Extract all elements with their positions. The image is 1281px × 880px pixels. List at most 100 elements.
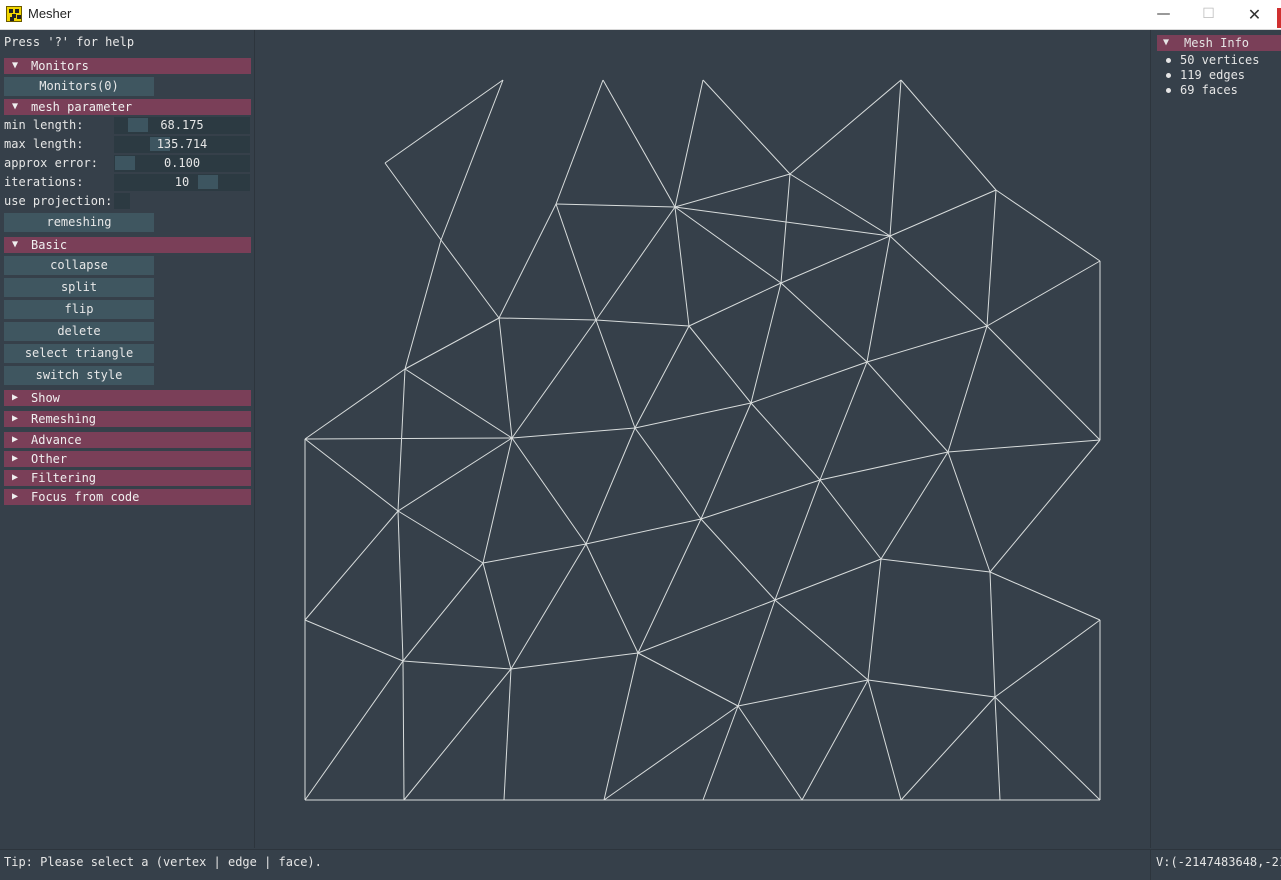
- mesh-edge[interactable]: [304, 619, 404, 662]
- mesh-edge[interactable]: [511, 319, 597, 439]
- min-length-slider[interactable]: 68.175: [114, 117, 250, 134]
- mesh-edge[interactable]: [511, 437, 587, 545]
- mesh-edge[interactable]: [986, 260, 1101, 327]
- mesh-edge[interactable]: [867, 558, 882, 681]
- mesh-edge[interactable]: [819, 451, 949, 481]
- mesh-edge[interactable]: [889, 189, 997, 237]
- mesh-edge[interactable]: [482, 543, 587, 564]
- mesh-edge[interactable]: [674, 206, 891, 237]
- mesh-edge[interactable]: [402, 660, 512, 670]
- mesh-edge[interactable]: [994, 696, 1001, 801]
- mesh-edge[interactable]: [304, 660, 404, 801]
- mesh-edge[interactable]: [304, 438, 399, 512]
- advance-header[interactable]: ▶ Advance: [4, 432, 251, 448]
- mesh-edge[interactable]: [750, 402, 821, 481]
- mesh-edge[interactable]: [637, 652, 739, 707]
- mesh-edge[interactable]: [304, 368, 406, 440]
- mesh-edge[interactable]: [889, 79, 902, 237]
- monitors-button[interactable]: Monitors(0): [4, 77, 154, 96]
- mesh-edge[interactable]: [498, 317, 513, 439]
- close-button[interactable]: ✕: [1232, 0, 1277, 29]
- mesh-edge[interactable]: [510, 543, 587, 670]
- mesh-edge[interactable]: [404, 239, 442, 370]
- mesh-edge[interactable]: [774, 479, 821, 601]
- mesh-edge[interactable]: [397, 437, 513, 512]
- mesh-edge[interactable]: [737, 679, 869, 707]
- mesh-edge[interactable]: [440, 79, 504, 241]
- mesh-edge[interactable]: [404, 317, 500, 370]
- basic-header[interactable]: ▼ Basic: [4, 237, 251, 253]
- mesh-edge[interactable]: [986, 325, 1101, 441]
- mesh-edge[interactable]: [866, 325, 988, 363]
- mesh-edge[interactable]: [384, 79, 504, 164]
- mesh-edge[interactable]: [688, 282, 782, 327]
- mesh-edge[interactable]: [440, 239, 500, 319]
- mesh-edge[interactable]: [585, 427, 636, 545]
- mesh-edge[interactable]: [989, 571, 996, 698]
- mesh-edge[interactable]: [595, 319, 636, 429]
- mesh-edge[interactable]: [511, 427, 636, 439]
- iterations-slider[interactable]: 10: [114, 174, 250, 191]
- mesh-edge[interactable]: [603, 652, 639, 801]
- mesh-edge[interactable]: [700, 518, 776, 601]
- remeshing-header[interactable]: ▶ Remeshing: [4, 411, 251, 427]
- mesh-edge[interactable]: [674, 206, 690, 327]
- mesh-edge[interactable]: [737, 599, 776, 707]
- mesh-edge[interactable]: [384, 162, 442, 241]
- mesh-edge[interactable]: [774, 558, 882, 601]
- minimize-button[interactable]: —: [1141, 0, 1186, 29]
- mesh-edge[interactable]: [674, 206, 782, 284]
- mesh-edge[interactable]: [702, 79, 791, 175]
- mesh-edge[interactable]: [585, 518, 702, 545]
- mesh-edge[interactable]: [637, 518, 702, 654]
- mesh-edge[interactable]: [402, 660, 405, 801]
- mesh-edge[interactable]: [994, 619, 1101, 698]
- mesh-edge[interactable]: [503, 668, 512, 801]
- mesh-edge[interactable]: [989, 439, 1101, 573]
- mesh-info-header[interactable]: ▼ Mesh Info: [1157, 35, 1281, 51]
- mesh-edge[interactable]: [737, 705, 803, 801]
- mesh-edge[interactable]: [602, 79, 676, 208]
- mesh-edge[interactable]: [700, 402, 752, 520]
- mesh-edge[interactable]: [994, 696, 1101, 801]
- mesh-edge[interactable]: [880, 451, 949, 560]
- select-triangle-button[interactable]: select triangle: [4, 344, 154, 363]
- mesh-edge[interactable]: [700, 479, 821, 520]
- mesh-edge[interactable]: [780, 282, 868, 363]
- mesh-edge[interactable]: [947, 439, 1101, 453]
- mesh-edge[interactable]: [995, 189, 1101, 262]
- mesh-edge[interactable]: [688, 325, 752, 404]
- mesh-edge[interactable]: [750, 282, 782, 404]
- mesh-edge[interactable]: [397, 510, 404, 662]
- mesh-edge[interactable]: [947, 325, 988, 453]
- mesh-edge[interactable]: [404, 368, 513, 439]
- mesh-edge[interactable]: [397, 368, 406, 512]
- mesh-edge[interactable]: [880, 558, 991, 573]
- mesh-edge[interactable]: [789, 79, 902, 175]
- mesh-edge[interactable]: [774, 599, 869, 681]
- mesh-edge[interactable]: [900, 79, 997, 191]
- switch-style-button[interactable]: switch style: [4, 366, 154, 385]
- flip-button[interactable]: flip: [4, 300, 154, 319]
- mesh-edge[interactable]: [801, 679, 869, 801]
- split-button[interactable]: split: [4, 278, 154, 297]
- mesh-edge[interactable]: [947, 451, 991, 573]
- mesh-edge[interactable]: [989, 571, 1101, 621]
- mesh-edge[interactable]: [986, 189, 997, 327]
- mesh-edge[interactable]: [304, 510, 399, 621]
- mesh-edge[interactable]: [866, 235, 891, 363]
- approx-error-slider[interactable]: 0.100: [114, 155, 250, 172]
- mesh-edge[interactable]: [555, 203, 676, 208]
- mesh-edge[interactable]: [304, 437, 513, 440]
- collapse-button[interactable]: collapse: [4, 256, 154, 275]
- mesh-viewport[interactable]: [255, 30, 1150, 848]
- mesh-edge[interactable]: [482, 437, 513, 564]
- mesh-edge[interactable]: [603, 705, 739, 801]
- mesh-edge[interactable]: [498, 317, 597, 321]
- mesh-edge[interactable]: [674, 79, 704, 208]
- mesh-edge[interactable]: [402, 562, 484, 662]
- mesh-edge[interactable]: [819, 479, 882, 560]
- mesh-edge[interactable]: [555, 203, 597, 321]
- mesh-edge[interactable]: [780, 173, 791, 284]
- remeshing-button[interactable]: remeshing: [4, 213, 154, 232]
